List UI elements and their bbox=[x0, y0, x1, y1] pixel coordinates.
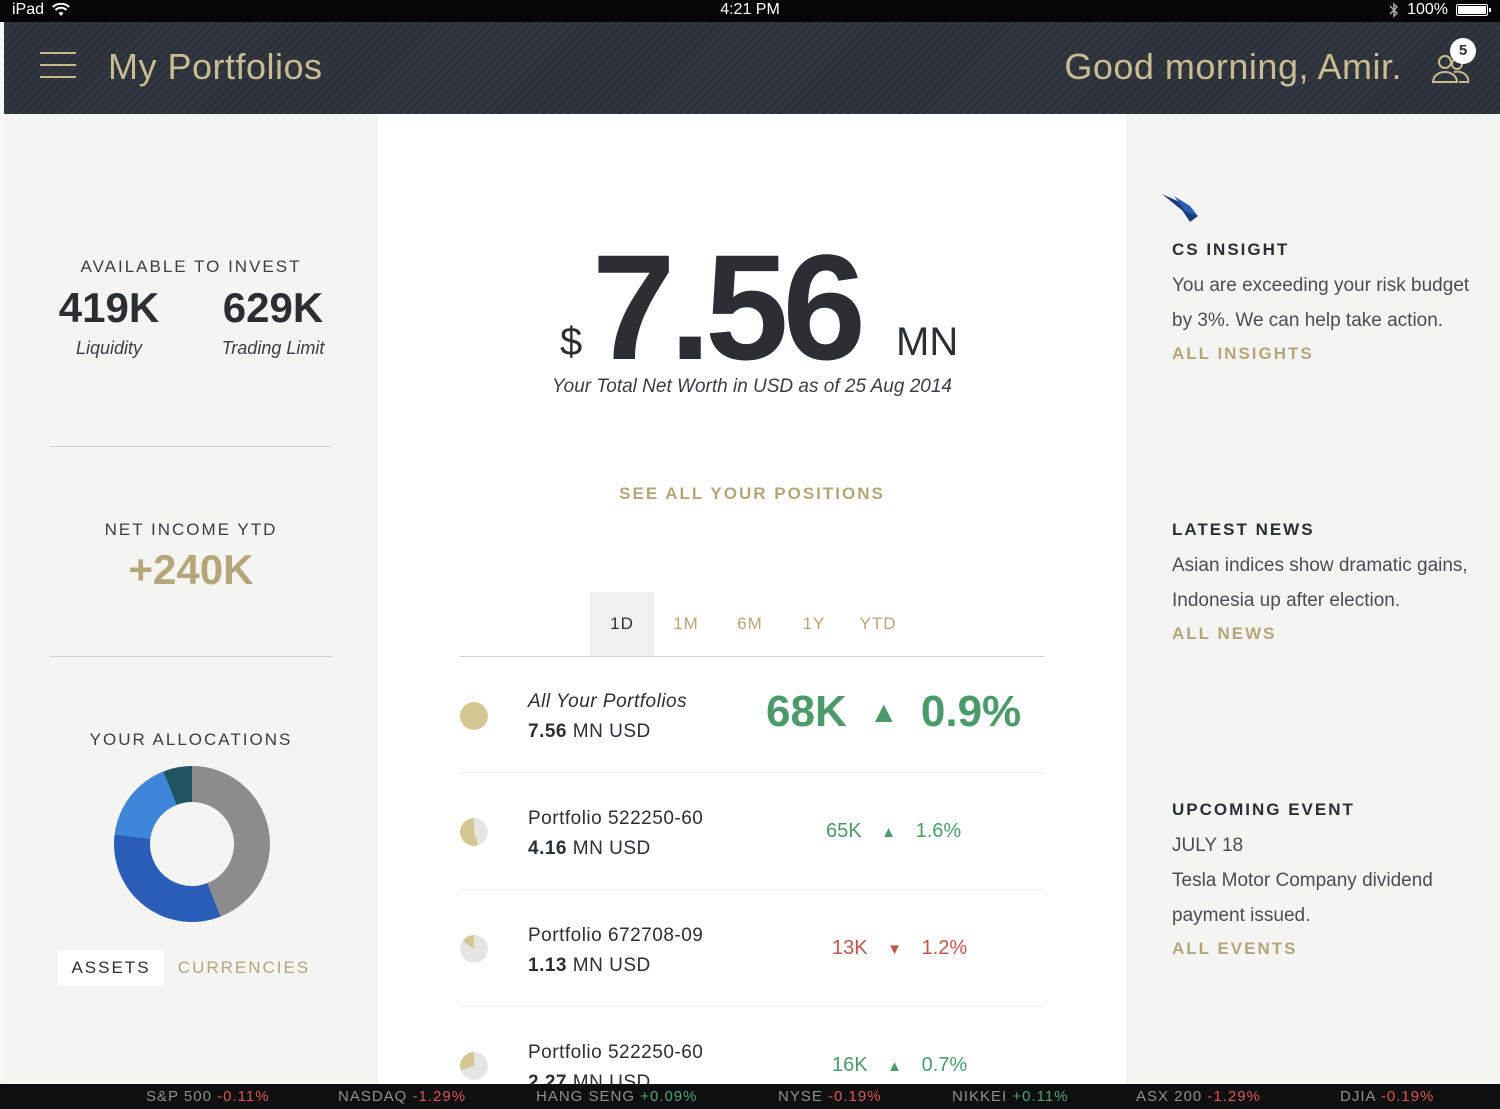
bluetooth-icon bbox=[1389, 2, 1399, 18]
donut-segment[interactable] bbox=[114, 771, 177, 839]
latest-news-text: Asian indices show dramatic gains, Indon… bbox=[1172, 555, 1468, 611]
latest-news-title: LATEST NEWS bbox=[1172, 520, 1315, 539]
ticker-item[interactable]: HANG SENG +0.09% bbox=[536, 1088, 697, 1105]
cs-insight-title: CS INSIGHT bbox=[1172, 240, 1290, 259]
ticker-item[interactable]: NIKKEI +0.11% bbox=[952, 1088, 1069, 1105]
portfolio-amount: 7.56 MN USD bbox=[528, 721, 651, 742]
ticker-item[interactable]: NYSE -0.19% bbox=[778, 1088, 882, 1105]
currencies-tab[interactable]: CURRENCIES bbox=[174, 950, 314, 986]
change-percent: 1.2% bbox=[921, 937, 968, 959]
net-worth-currency: $ bbox=[560, 320, 583, 364]
donut-segment[interactable] bbox=[113, 834, 221, 922]
net-worth-caption: Your Total Net Worth in USD as of 25 Aug… bbox=[552, 376, 952, 397]
portfolio-amount: 1.13 MN USD bbox=[528, 955, 651, 976]
trading-limit-value: 629K bbox=[222, 284, 324, 331]
upcoming-event-title: UPCOMING EVENT bbox=[1172, 800, 1355, 819]
status-bar: iPad 4:21 PM 100% bbox=[0, 0, 1500, 22]
portfolio-change: 68K ▲ 0.9% bbox=[766, 687, 1021, 737]
tab-1y[interactable]: 1Y bbox=[782, 592, 846, 656]
menu-icon[interactable] bbox=[40, 52, 76, 80]
trading-limit-metric: 629K Trading Limit bbox=[198, 284, 348, 359]
arrow-up-icon: ▲ bbox=[881, 824, 897, 841]
all-events-link[interactable]: ALL EVENTS bbox=[1172, 939, 1492, 959]
cs-sails-logo-icon bbox=[1162, 194, 1198, 222]
portfolio-row-all[interactable]: All Your Portfolios 7.56 MN USD 68K ▲ 0.… bbox=[460, 657, 1044, 773]
notification-badge[interactable]: 5 bbox=[1450, 38, 1476, 64]
battery-percent: 100% bbox=[1407, 1, 1448, 18]
portfolio-share-icon bbox=[460, 702, 488, 730]
tab-6m[interactable]: 6M bbox=[718, 592, 782, 656]
portfolio-name: Portfolio 672708-09 bbox=[528, 925, 704, 946]
portfolio-name: Portfolio 522250-60 bbox=[528, 1042, 704, 1063]
liquidity-label: Liquidity bbox=[75, 338, 143, 358]
app-header: My Portfolios Good morning, Amir. 5 bbox=[4, 22, 1500, 114]
left-panel: AVAILABLE TO INVEST 419K Liquidity 629K … bbox=[4, 114, 378, 1084]
ticker-item[interactable]: ASX 200 -1.29% bbox=[1136, 1088, 1261, 1105]
net-worth: $ 7.56 MN bbox=[378, 232, 1126, 382]
net-income-label: NET INCOME YTD bbox=[104, 520, 278, 539]
arrow-up-icon: ▲ bbox=[887, 1058, 903, 1075]
period-tabs: 1D 1M 6M 1Y YTD bbox=[590, 592, 910, 656]
portfolio-name: All Your Portfolios bbox=[528, 691, 688, 712]
trading-limit-label: Trading Limit bbox=[221, 338, 325, 358]
status-time: 4:21 PM bbox=[720, 1, 780, 18]
ticker-item[interactable]: DJIA -0.19% bbox=[1340, 1088, 1434, 1105]
event-date: JULY 18 bbox=[1172, 835, 1244, 856]
allocation-donut-chart[interactable] bbox=[112, 764, 272, 924]
right-panel: CS INSIGHT You are exceeding your risk b… bbox=[1126, 114, 1500, 1084]
page-title: My Portfolios bbox=[108, 46, 323, 87]
net-worth-value: 7.56 bbox=[592, 223, 866, 391]
cs-insight-text: You are exceeding your risk budget by 3%… bbox=[1172, 275, 1470, 331]
market-ticker: S&P 500 -0.11% NASDAQ -1.29% HANG SENG +… bbox=[0, 1084, 1500, 1109]
liquidity-value: 419K bbox=[58, 284, 160, 331]
see-all-positions-link[interactable]: SEE ALL YOUR POSITIONS bbox=[378, 484, 1126, 504]
available-to-invest-label: AVAILABLE TO INVEST bbox=[80, 257, 302, 276]
tab-1d[interactable]: 1D bbox=[590, 592, 654, 656]
portfolio-row[interactable]: Portfolio 672708-09 1.13 MN USD 13K ▼ 1.… bbox=[460, 891, 1044, 1007]
status-right: 100% bbox=[1389, 1, 1491, 19]
net-worth-unit: MN bbox=[896, 320, 959, 364]
portfolio-row[interactable]: Portfolio 522250-60 4.16 MN USD 65K ▲ 1.… bbox=[460, 774, 1044, 890]
change-value: 65K bbox=[826, 820, 862, 842]
arrow-up-icon: ▲ bbox=[868, 696, 899, 729]
portfolio-share-icon bbox=[460, 935, 488, 963]
portfolio-change: 13K ▼ 1.2% bbox=[832, 937, 967, 960]
tab-ytd[interactable]: YTD bbox=[846, 592, 910, 656]
portfolio-name: Portfolio 522250-60 bbox=[528, 808, 704, 829]
battery-icon bbox=[1456, 4, 1491, 16]
portfolio-amount: 4.16 MN USD bbox=[528, 838, 651, 859]
change-percent: 0.9% bbox=[920, 687, 1022, 736]
change-percent: 1.6% bbox=[915, 820, 962, 842]
divider bbox=[50, 656, 332, 657]
latest-news-section: LATEST NEWS Asian indices show dramatic … bbox=[1172, 520, 1472, 644]
cs-insight-section: CS INSIGHT You are exceeding your risk b… bbox=[1172, 240, 1472, 364]
greeting-text: Good morning, Amir. bbox=[1064, 46, 1402, 87]
net-income-value: +240K bbox=[128, 546, 254, 593]
change-value: 16K bbox=[832, 1054, 868, 1076]
arrow-down-icon: ▼ bbox=[887, 941, 903, 958]
portfolio-amount: 2.27 MN USD bbox=[528, 1072, 651, 1084]
portfolio-share-icon bbox=[460, 818, 488, 846]
portfolio-share-icon bbox=[460, 1052, 488, 1080]
assets-tab[interactable]: ASSETS bbox=[58, 950, 164, 986]
portfolio-change: 16K ▲ 0.7% bbox=[832, 1054, 967, 1077]
liquidity-metric: 419K Liquidity bbox=[34, 284, 184, 359]
change-value: 68K bbox=[766, 687, 847, 736]
change-value: 13K bbox=[832, 937, 868, 959]
ticker-item[interactable]: NASDAQ -1.29% bbox=[338, 1088, 466, 1105]
ticker-item[interactable]: S&P 500 -0.11% bbox=[146, 1088, 270, 1105]
portfolio-change: 65K ▲ 1.6% bbox=[826, 820, 961, 843]
all-insights-link[interactable]: ALL INSIGHTS bbox=[1172, 344, 1472, 364]
tab-1m[interactable]: 1M bbox=[654, 592, 718, 656]
event-text: Tesla Motor Company dividend payment iss… bbox=[1172, 870, 1433, 926]
change-percent: 0.7% bbox=[921, 1054, 968, 1076]
all-news-link[interactable]: ALL NEWS bbox=[1172, 624, 1472, 644]
upcoming-event-section: UPCOMING EVENT JULY 18 Tesla Motor Compa… bbox=[1172, 800, 1492, 959]
portfolio-row[interactable]: Portfolio 522250-60 2.27 MN USD 16K ▲ 0.… bbox=[460, 1008, 1044, 1084]
divider bbox=[50, 446, 332, 447]
main-panel: $ 7.56 MN Your Total Net Worth in USD as… bbox=[378, 114, 1126, 1084]
allocations-label: YOUR ALLOCATIONS bbox=[89, 730, 293, 749]
